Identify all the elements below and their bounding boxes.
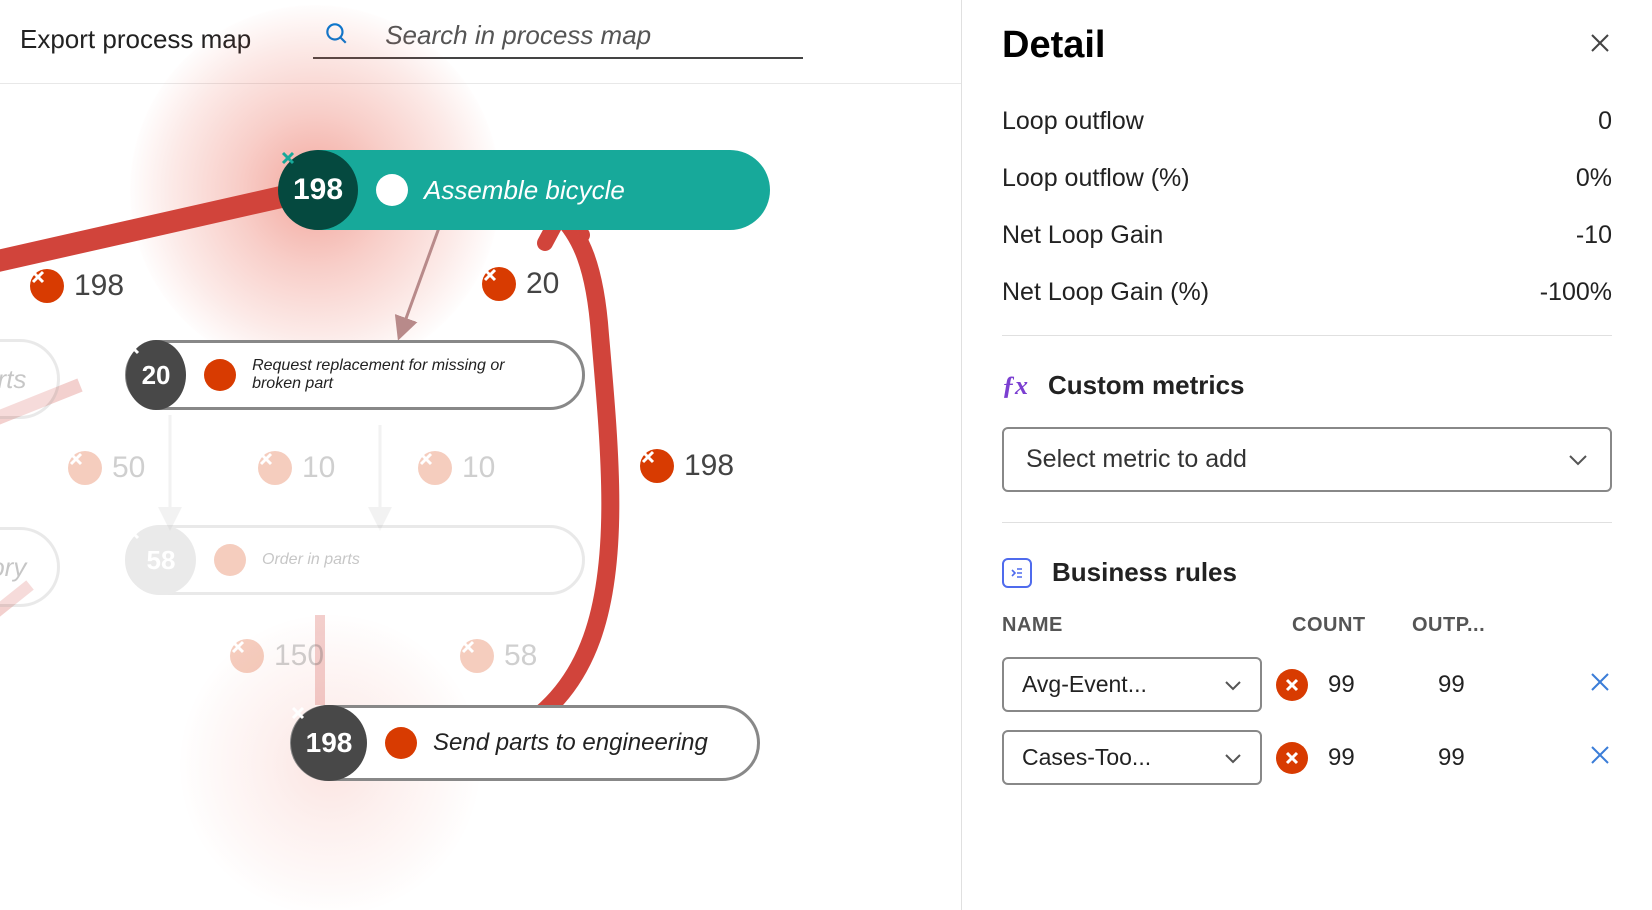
metric-row: Net Loop Gain (%)-100% bbox=[1002, 278, 1612, 307]
fx-icon: ƒx bbox=[1002, 371, 1028, 401]
close-circle-icon bbox=[30, 269, 64, 303]
column-header-output: OUTP... bbox=[1412, 614, 1552, 637]
detail-title: Detail bbox=[1002, 24, 1105, 67]
close-circle-icon bbox=[258, 451, 292, 485]
rule-name-dropdown[interactable]: Avg-Event... bbox=[1002, 657, 1262, 712]
edge-label: 10 bbox=[418, 451, 495, 485]
close-circle-icon bbox=[640, 449, 674, 483]
rule-output: 99 bbox=[1438, 744, 1558, 772]
edge-label: 20 bbox=[482, 267, 559, 301]
node-label: Request replacement for missing or broke… bbox=[252, 357, 542, 393]
node-label: Assemble bicycle bbox=[424, 175, 625, 206]
close-circle-icon bbox=[68, 451, 102, 485]
node-label: Order in parts bbox=[262, 551, 360, 569]
close-button[interactable] bbox=[1588, 30, 1612, 62]
close-circle-icon bbox=[376, 174, 408, 206]
remove-rule-button[interactable] bbox=[1558, 742, 1612, 774]
close-circle-icon[interactable] bbox=[1276, 742, 1308, 774]
process-map-canvas[interactable]: 198 Assemble bicycle arts 20 Request rep… bbox=[0, 85, 961, 910]
custom-metrics-heading: Custom metrics bbox=[1048, 370, 1245, 401]
metric-row: Loop outflow (%)0% bbox=[1002, 164, 1612, 193]
rule-count: 99 bbox=[1328, 671, 1438, 699]
rule-row: Avg-Event... 99 99 bbox=[1002, 657, 1612, 712]
chevron-down-icon bbox=[1568, 445, 1588, 474]
close-circle-icon bbox=[482, 267, 516, 301]
export-process-map-link[interactable]: Export process map bbox=[20, 24, 251, 55]
node-label: tory bbox=[0, 552, 26, 583]
node-label: arts bbox=[0, 364, 26, 395]
close-circle-icon[interactable] bbox=[1276, 669, 1308, 701]
edge-label: 58 bbox=[460, 639, 537, 673]
rules-icon bbox=[1002, 558, 1032, 588]
remove-rule-button[interactable] bbox=[1558, 669, 1612, 701]
chevron-down-icon bbox=[1224, 671, 1242, 698]
close-circle-icon bbox=[230, 639, 264, 673]
column-header-name: NAME bbox=[1002, 614, 1292, 637]
node-partial[interactable]: arts bbox=[0, 339, 60, 419]
search-input[interactable] bbox=[385, 20, 803, 51]
rule-name-dropdown[interactable]: Cases-Too... bbox=[1002, 730, 1262, 785]
node-partial[interactable]: tory bbox=[0, 527, 60, 607]
close-circle-icon bbox=[204, 359, 236, 391]
edge-label: 198 bbox=[30, 269, 124, 303]
node-request-replacement[interactable]: 20 Request replacement for missing or br… bbox=[125, 340, 585, 410]
node-send-parts-engineering[interactable]: 198 Send parts to engineering bbox=[290, 705, 760, 781]
rule-row: Cases-Too... 99 99 bbox=[1002, 730, 1612, 785]
rule-output: 99 bbox=[1438, 671, 1558, 699]
metric-row: Net Loop Gain-10 bbox=[1002, 221, 1612, 250]
edge-label: 198 bbox=[640, 449, 734, 483]
rule-count: 99 bbox=[1328, 744, 1438, 772]
business-rules-heading: Business rules bbox=[1052, 557, 1237, 588]
select-metric-dropdown[interactable]: Select metric to add bbox=[1002, 427, 1612, 492]
node-assemble-bicycle[interactable]: 198 Assemble bicycle bbox=[280, 150, 770, 230]
node-label: Send parts to engineering bbox=[433, 729, 708, 757]
close-circle-icon bbox=[460, 639, 494, 673]
column-header-count: COUNT bbox=[1292, 614, 1412, 637]
close-circle-icon bbox=[214, 544, 246, 576]
search-icon bbox=[323, 20, 349, 51]
chevron-down-icon bbox=[1224, 744, 1242, 771]
edge-label: 150 bbox=[230, 639, 324, 673]
close-circle-icon bbox=[385, 727, 417, 759]
metric-row: Loop outflow0 bbox=[1002, 107, 1612, 136]
node-order-in-parts[interactable]: 58 Order in parts bbox=[125, 525, 585, 595]
edge-label: 50 bbox=[68, 451, 145, 485]
close-circle-icon bbox=[418, 451, 452, 485]
edge-label: 10 bbox=[258, 451, 335, 485]
search-container bbox=[313, 20, 803, 59]
